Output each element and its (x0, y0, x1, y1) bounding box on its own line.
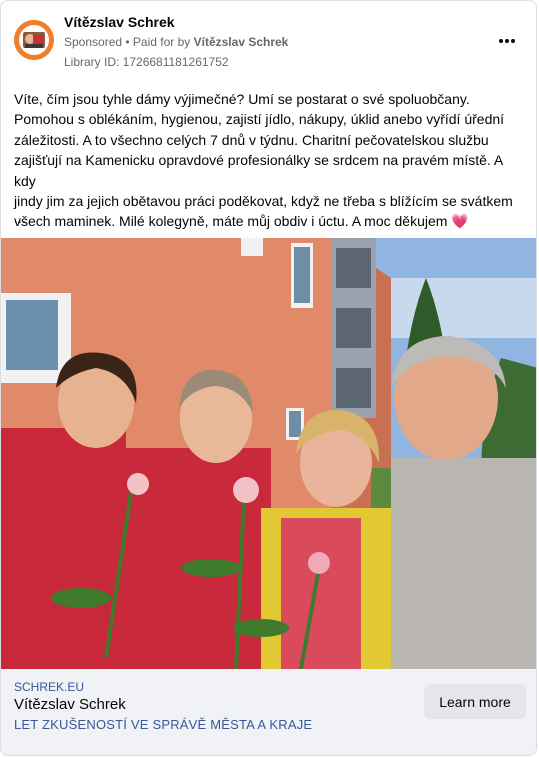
post-text-line: jindy jim za jejich obětavou práci poděk… (14, 193, 513, 210)
see-more-ellipsis[interactable]: ... (14, 210, 26, 226)
more-dot-icon (511, 39, 515, 43)
sponsored-label: Sponsored (64, 35, 123, 49)
post-text: Víte, čím jsou tyhle dámy výjimečné? Umí… (14, 89, 526, 232)
learn-more-button[interactable]: Learn more (424, 684, 526, 719)
post-photo[interactable] (1, 238, 536, 669)
avatar-image (14, 20, 54, 60)
link-domain[interactable]: SCHREK.EU (14, 680, 84, 694)
ad-post-card: Vítězslav Schrek Sponsored • Paid for by… (0, 0, 537, 756)
post-text-line-last: všech maminek. Milé kolegyně, máte můj o… (14, 211, 526, 231)
paid-for-prefix: Paid for by (132, 35, 194, 49)
profile-avatar[interactable] (14, 20, 54, 60)
heart-emoji-icon: 💗 (451, 213, 469, 230)
photo-illustration (1, 238, 536, 669)
link-title[interactable]: Vítězslav Schrek (14, 696, 126, 713)
post-header: Vítězslav Schrek Sponsored • Paid for by… (1, 1, 536, 81)
post-text-line: záležitosti. A to všechno celých 7 dnů v… (14, 131, 489, 148)
more-dot-icon (499, 39, 503, 43)
library-id: Library ID: 1726681181261752 (64, 55, 229, 69)
link-preview-footer[interactable]: SCHREK.EU Vítězslav Schrek LET ZKUŠENOST… (1, 669, 536, 755)
post-text-line: Pomohou s oblékáním, hygienou, zajistí j… (14, 111, 505, 128)
more-options-button[interactable] (493, 29, 521, 53)
paid-for-name[interactable]: Vítězslav Schrek (194, 35, 289, 49)
post-text-line: Víte, čím jsou tyhle dámy výjimečné? Umí… (14, 91, 470, 107)
post-text-line: všech maminek. Milé kolegyně, máte můj o… (14, 213, 448, 230)
author-name[interactable]: Vítězslav Schrek (64, 14, 175, 30)
meta-separator: • (122, 35, 133, 49)
more-dot-icon (505, 39, 509, 43)
link-description[interactable]: LET ZKUŠENOSTÍ VE SPRÁVĚ MĚSTA A KRAJE (14, 717, 312, 732)
sponsored-line: Sponsored • Paid for by Vítězslav Schrek (64, 35, 288, 49)
post-text-line: zajišťují na Kamenicku opravdové profesi… (14, 152, 503, 189)
